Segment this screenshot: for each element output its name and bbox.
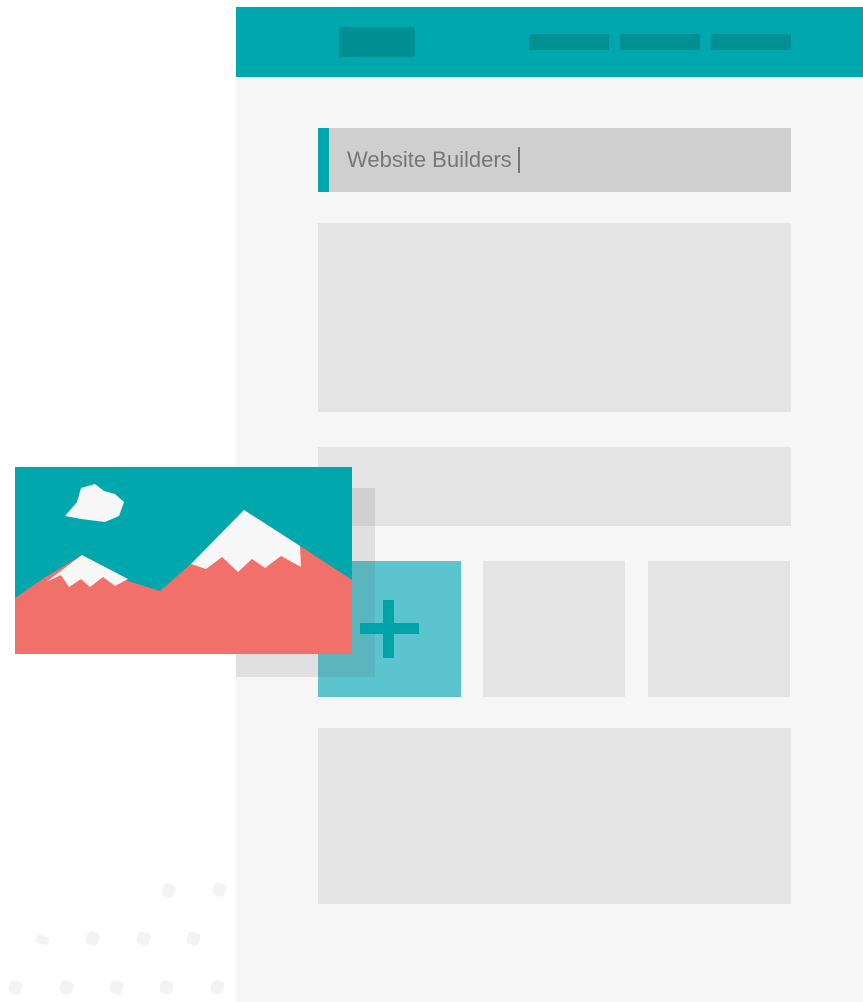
- site-header: [236, 7, 863, 77]
- input-accent-bar: [318, 128, 329, 192]
- landscape-image-icon: [15, 467, 352, 654]
- tile-placeholder: [648, 561, 790, 697]
- image-block[interactable]: [15, 467, 352, 654]
- content-block-placeholder: [318, 447, 791, 526]
- nav-item-1[interactable]: [529, 34, 609, 50]
- content-block-placeholder: [318, 223, 791, 412]
- text-cursor: [517, 146, 520, 173]
- title-input-value: Website Builders: [347, 147, 512, 172]
- logo-placeholder: [339, 27, 415, 57]
- nav-item-3[interactable]: [711, 34, 791, 50]
- nav-item-2[interactable]: [620, 34, 700, 50]
- content-block-placeholder: [318, 728, 791, 904]
- title-input[interactable]: Website Builders: [318, 128, 791, 192]
- tile-placeholder: [483, 561, 625, 697]
